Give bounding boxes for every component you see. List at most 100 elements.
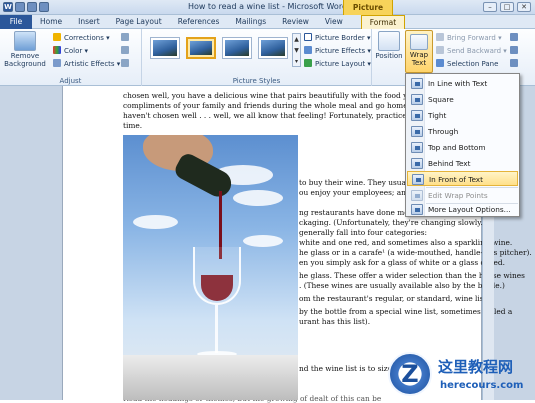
menu-item-behind-text[interactable]: Behind Text [407, 156, 518, 171]
remove-background-button[interactable]: Remove Background [2, 31, 48, 68]
doc-line: ckaging. (Unfortunately, they're changin… [299, 218, 486, 227]
color-button[interactable]: Color ▾ [53, 46, 88, 57]
menu-item-top-and-bottom[interactable]: Top and Bottom [407, 140, 518, 155]
selection-pane-icon [436, 59, 444, 67]
picture-border-button[interactable]: Picture Border ▾ [304, 33, 371, 44]
wrap-text-label-1: Wrap [409, 51, 429, 59]
window-title: How to read a wine list - Microsoft Word [187, 2, 348, 11]
tab-view[interactable]: View [317, 15, 351, 29]
menu-item-in-front-of-text[interactable]: In Front of Text [407, 171, 518, 186]
selection-pane-button[interactable]: Selection Pane [436, 59, 498, 70]
artistic-effects-button[interactable]: Artistic Effects ▾ [53, 59, 120, 70]
selection-pane-label: Selection Pane [447, 60, 499, 68]
edit-wrap-points-icon [411, 190, 423, 201]
picture-style-thumb-selected[interactable] [186, 37, 216, 59]
menu-item-label: Tight [428, 111, 447, 120]
send-backward-button[interactable]: Send Backward ▾ [436, 46, 507, 57]
doc-line: time. [123, 121, 143, 130]
in-front-of-text-icon [412, 174, 424, 185]
position-button[interactable]: Position [374, 31, 404, 60]
artistic-effects-icon [53, 59, 61, 67]
in-line-icon [411, 78, 423, 89]
doc-line: he glass or in a carafe¹ (a wide-mouthed… [299, 248, 532, 257]
doc-line: en you simply ask for a glass of white o… [299, 258, 506, 267]
menu-item-more-layout-options[interactable]: More Layout Options... [407, 202, 518, 217]
wrap-text-button[interactable]: Wrap Text [405, 30, 433, 73]
picture-style-thumb[interactable] [258, 37, 288, 59]
watermark-url: herecours.com [440, 380, 524, 391]
picture-layout-label: Picture Layout [315, 60, 366, 68]
menu-item-square[interactable]: Square [407, 92, 518, 107]
picture-border-icon [304, 33, 312, 41]
menu-item-edit-wrap-points[interactable]: Edit Wrap Points [407, 188, 518, 203]
menu-item-through[interactable]: Through [407, 124, 518, 139]
tight-wrap-icon [411, 110, 423, 121]
gallery-up-icon[interactable]: ▲ [293, 34, 300, 45]
gallery-more-icon[interactable]: ▾ [293, 56, 300, 67]
send-backward-icon [436, 46, 444, 54]
tab-file[interactable]: File [0, 15, 32, 29]
menu-item-label: Through [428, 127, 459, 136]
align-icon[interactable] [510, 33, 521, 44]
wine-photo[interactable] [123, 135, 298, 400]
adjust-group-label: Adjust [59, 77, 82, 85]
reset-picture-icon[interactable] [121, 59, 132, 70]
minimize-icon[interactable]: – [483, 2, 497, 12]
tab-home[interactable]: Home [32, 15, 70, 29]
menu-item-label: More Layout Options... [428, 205, 511, 214]
doc-line: white and one red, and sometimes also a … [299, 238, 513, 247]
tab-references[interactable]: References [170, 15, 228, 29]
bring-forward-icon [436, 33, 444, 41]
corrections-label: Corrections [64, 34, 104, 42]
glass-stem [215, 305, 218, 353]
tab-review[interactable]: Review [274, 15, 317, 29]
title-bar: W How to read a wine list - Microsoft Wo… [0, 0, 535, 27]
tab-page-layout[interactable]: Page Layout [108, 15, 170, 29]
watermark-glyph: Z [401, 360, 419, 388]
menu-item-tight[interactable]: Tight [407, 108, 518, 123]
picture-tools-context-title: Picture Tools [343, 0, 393, 27]
color-label: Color [64, 47, 83, 55]
doc-line: generally fall into four categories: [299, 228, 427, 237]
picture-style-thumb[interactable] [150, 37, 180, 59]
square-wrap-icon [411, 94, 423, 105]
glass-image [193, 247, 241, 305]
menu-item-in-line-with-text[interactable]: In Line with Text [407, 76, 518, 91]
doc-line: by the bottle from a special wine list, … [299, 307, 513, 316]
window-controls: – □ ✕ [483, 2, 531, 12]
group-icon[interactable] [510, 46, 521, 57]
maximize-icon[interactable]: □ [500, 2, 514, 12]
menu-item-label: Top and Bottom [428, 143, 486, 152]
wrap-text-icon [410, 34, 428, 50]
tab-format[interactable]: Format [360, 15, 406, 29]
gallery-down-icon[interactable]: ▼ [293, 45, 300, 56]
layout-options-icon [411, 204, 423, 215]
position-icon [378, 31, 400, 51]
doc-line: urant has this list). [299, 317, 371, 326]
picture-effects-button[interactable]: Picture Effects ▾ [304, 46, 371, 57]
position-label: Position [375, 52, 403, 60]
corrections-button[interactable]: Corrections ▾ [53, 33, 110, 44]
gallery-scroll[interactable]: ▲ ▼ ▾ [292, 33, 301, 67]
menu-item-label: Behind Text [428, 159, 471, 168]
bring-forward-button[interactable]: Bring Forward ▾ [436, 33, 502, 44]
picture-layout-icon [304, 59, 312, 67]
rotate-icon[interactable] [510, 59, 521, 70]
watermark-title: 这里教程网 [438, 358, 514, 376]
picture-effects-label: Picture Effects [315, 47, 366, 55]
tab-mailings[interactable]: Mailings [227, 15, 274, 29]
stone-wall [123, 355, 298, 400]
close-icon[interactable]: ✕ [517, 2, 531, 12]
color-icon [53, 46, 61, 54]
picture-styles-group-label: Picture Styles [232, 77, 281, 85]
corrections-icon [53, 33, 61, 41]
compress-pictures-icon[interactable] [121, 33, 132, 44]
bring-forward-label: Bring Forward [447, 34, 496, 42]
send-backward-label: Send Backward [447, 47, 502, 55]
doc-line: . (These wines are usually available als… [299, 281, 505, 290]
top-bottom-wrap-icon [411, 142, 423, 153]
picture-layout-button[interactable]: Picture Layout ▾ [304, 59, 371, 70]
tab-insert[interactable]: Insert [70, 15, 108, 29]
change-picture-icon[interactable] [121, 46, 132, 57]
picture-style-thumb[interactable] [222, 37, 252, 59]
